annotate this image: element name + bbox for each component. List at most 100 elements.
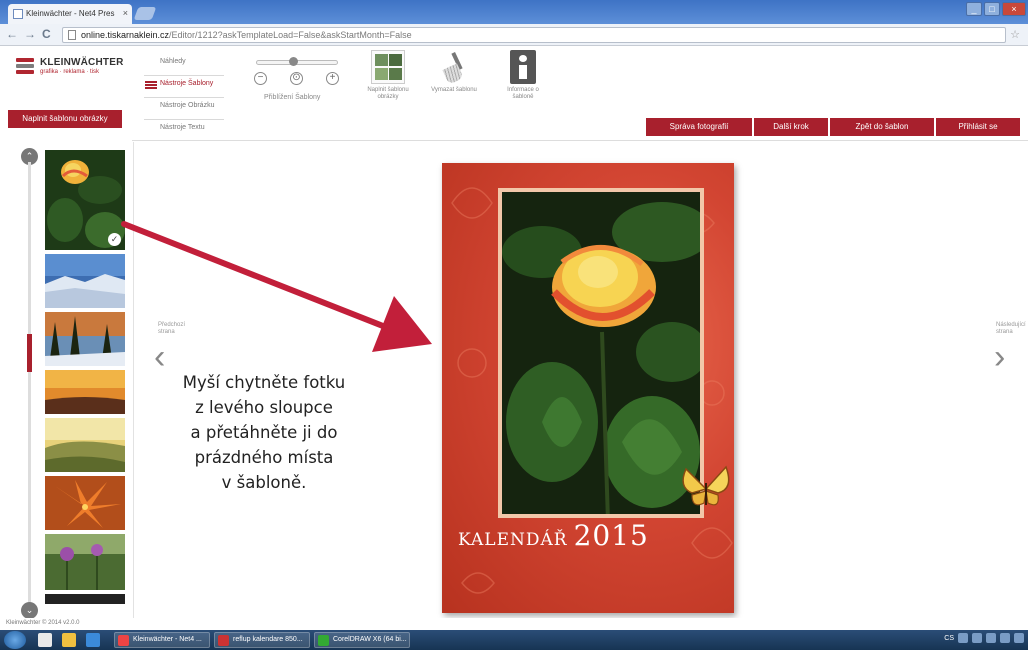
menu-item-image-tools[interactable]: Nástroje Obrázku xyxy=(144,98,224,120)
photo-thumbnail-thistle[interactable] xyxy=(45,534,125,590)
zoom-reset-icon[interactable]: ⊙ xyxy=(290,72,303,85)
sidebar-scrollbar[interactable] xyxy=(28,162,31,602)
url-host: online.tiskarnaklein.cz xyxy=(81,30,170,40)
photo-thumbnail-hills[interactable] xyxy=(45,418,125,472)
photo-thumbnail-sunset[interactable] xyxy=(45,370,125,414)
tab-title: Kleinwächter - Net4 Pres xyxy=(26,9,115,18)
task-chrome[interactable]: Kleinwächter - Net4 ... xyxy=(114,632,210,648)
previous-page-label[interactable]: Předchozí strana xyxy=(158,322,198,336)
sidebar-scroll-thumb[interactable] xyxy=(27,334,32,372)
tray-icon[interactable] xyxy=(986,633,996,643)
maximize-button[interactable]: □ xyxy=(984,2,1000,16)
folder-icon[interactable] xyxy=(62,633,76,647)
browser-tab-strip: Kleinwächter - Net4 Pres × _ □ × xyxy=(0,0,1028,24)
calendar-title: KALENDÁŘ 2015 xyxy=(458,519,649,552)
url-path: /Editor/1212?askTemplateLoad=False&askSt… xyxy=(169,30,412,40)
action-buttons: Správa fotografií Další krok Zpět do šab… xyxy=(646,118,1020,136)
os-taskbar: Kleinwächter - Net4 ... reflup kalendare… xyxy=(0,630,1028,650)
menu-item-label: Nástroje Šablony xyxy=(160,80,214,87)
broom-icon xyxy=(437,50,471,85)
editor-toolbar: KLEINWÄCHTER grafika · reklama · tisk Na… xyxy=(0,46,1028,142)
back-to-templates-button[interactable]: Zpět do šablon xyxy=(830,118,934,136)
rose-photo xyxy=(502,192,700,514)
info-icon xyxy=(510,50,536,84)
task-reflup[interactable]: reflup kalendare 850... xyxy=(214,632,310,648)
close-window-button[interactable]: × xyxy=(1002,2,1026,16)
logo-mark-icon xyxy=(16,58,34,74)
logo-name: KLEINWÄCHTER xyxy=(40,57,124,68)
window-controls: _ □ × xyxy=(966,2,1026,16)
photo-thumbnail-list: ✓ xyxy=(45,150,125,608)
kleinwachter-logo[interactable]: KLEINWÄCHTER grafika · reklama · tisk xyxy=(16,56,126,80)
task-label: reflup kalendare 850... xyxy=(233,636,303,643)
menu-item-label: Nástroje Textu xyxy=(160,124,205,131)
photo-thumbnail-lily[interactable] xyxy=(45,476,125,530)
task-label: CorelDRAW X6 (64 bi... xyxy=(333,636,407,643)
template-info-label: Informace o šabloně xyxy=(507,87,539,100)
calendar-label: KALENDÁŘ xyxy=(458,530,568,550)
toolbar-divider xyxy=(132,140,1028,141)
tool-menu: Náhledy Nástroje Šablony Nástroje Obrázk… xyxy=(144,54,224,142)
fill-template-button[interactable]: Naplnit šablonu obrázky xyxy=(8,110,122,128)
photo-sidebar: ⌃ ⌄ ✓ xyxy=(0,142,134,619)
calendar-year: 2015 xyxy=(573,519,649,552)
tray-icon[interactable] xyxy=(958,633,968,643)
fill-template-label: Naplnit šablonu obrázky xyxy=(367,87,409,100)
volume-icon[interactable] xyxy=(1014,633,1024,643)
template-tools-icon xyxy=(145,81,157,89)
image-grid-icon xyxy=(371,50,405,84)
login-button[interactable]: Přihlásit se xyxy=(936,118,1020,136)
network-icon[interactable] xyxy=(1000,633,1010,643)
menu-item-label: Nástroje Obrázku xyxy=(160,102,215,109)
next-page-label[interactable]: Následující strana xyxy=(996,322,1028,336)
drag-instruction-text: Myší chytněte fotku z levého sloupce a p… xyxy=(182,373,346,492)
zoom-slider-thumb[interactable] xyxy=(288,57,298,66)
next-page-chevron-icon[interactable]: › xyxy=(994,338,1005,377)
menu-item-previews[interactable]: Náhledy xyxy=(144,54,224,76)
start-button[interactable] xyxy=(4,631,26,649)
url-input[interactable]: online.tiskarnaklein.cz/Editor/1212?askT… xyxy=(62,27,1006,43)
scroll-down-icon[interactable]: ⌄ xyxy=(21,602,38,619)
task-coreldraw[interactable]: CorelDRAW X6 (64 bi... xyxy=(314,632,410,648)
logo-tagline: grafika · reklama · tisk xyxy=(40,69,100,75)
manage-photos-button[interactable]: Správa fotografií xyxy=(646,118,752,136)
tray-icon[interactable] xyxy=(972,633,982,643)
browser-tab[interactable]: Kleinwächter - Net4 Pres × xyxy=(8,4,132,24)
new-tab-button[interactable] xyxy=(133,7,157,20)
browser-address-bar: ← → C online.tiskarnaklein.cz/Editor/121… xyxy=(0,24,1028,46)
menu-item-text-tools[interactable]: Nástroje Textu xyxy=(144,120,224,142)
zoom-in-icon[interactable]: + xyxy=(326,72,339,85)
fill-template-tool[interactable]: Naplnit šablonu obrázky xyxy=(362,50,414,101)
clear-template-tool[interactable]: Vymazat šablonu xyxy=(428,50,480,94)
zoom-label: Přiblížení Šablony xyxy=(264,94,321,101)
photo-thumbnail-rose[interactable]: ✓ xyxy=(45,150,125,250)
photo-thumbnail-partial[interactable] xyxy=(45,594,125,604)
template-info-tool[interactable]: Informace o šabloně xyxy=(500,50,546,101)
photo-thumbnail-snow-mountains[interactable] xyxy=(45,254,125,308)
taskbar-app-icon[interactable] xyxy=(38,633,52,647)
minimize-button[interactable]: _ xyxy=(966,2,982,16)
language-indicator[interactable]: CS xyxy=(944,635,954,642)
back-button[interactable]: ← xyxy=(6,27,18,41)
page-icon xyxy=(68,30,76,40)
menu-item-template-tools[interactable]: Nástroje Šablony xyxy=(144,76,224,98)
forward-button[interactable]: → xyxy=(24,27,36,41)
task-label: Kleinwächter - Net4 ... xyxy=(133,636,202,643)
menu-item-label: Náhledy xyxy=(160,58,186,65)
tab-close-icon[interactable]: × xyxy=(123,8,128,18)
calendar-template-page[interactable]: KALENDÁŘ 2015 xyxy=(442,163,734,613)
system-tray: CS xyxy=(944,633,1024,643)
template-zoom: − ⊙ + Přiblížení Šablony xyxy=(252,54,344,104)
taskbar-app-icon[interactable] xyxy=(86,633,100,647)
next-step-button[interactable]: Další krok xyxy=(754,118,828,136)
selected-check-icon: ✓ xyxy=(108,233,121,246)
butterfly-decoration xyxy=(682,465,730,506)
page-favicon-icon xyxy=(13,9,23,19)
reload-button[interactable]: C xyxy=(42,27,51,41)
photo-thumbnail-winter-forest[interactable] xyxy=(45,312,125,366)
bookmark-star-icon[interactable]: ☆ xyxy=(1010,28,1020,41)
zoom-out-icon[interactable]: − xyxy=(254,72,267,85)
calendar-photo-placeholder[interactable] xyxy=(498,188,704,518)
editor-canvas: Předchozí strana ‹ Následující strana › … xyxy=(134,142,1028,618)
app-footer: Kleinwächter © 2014 v2.0.0 xyxy=(0,618,1028,630)
